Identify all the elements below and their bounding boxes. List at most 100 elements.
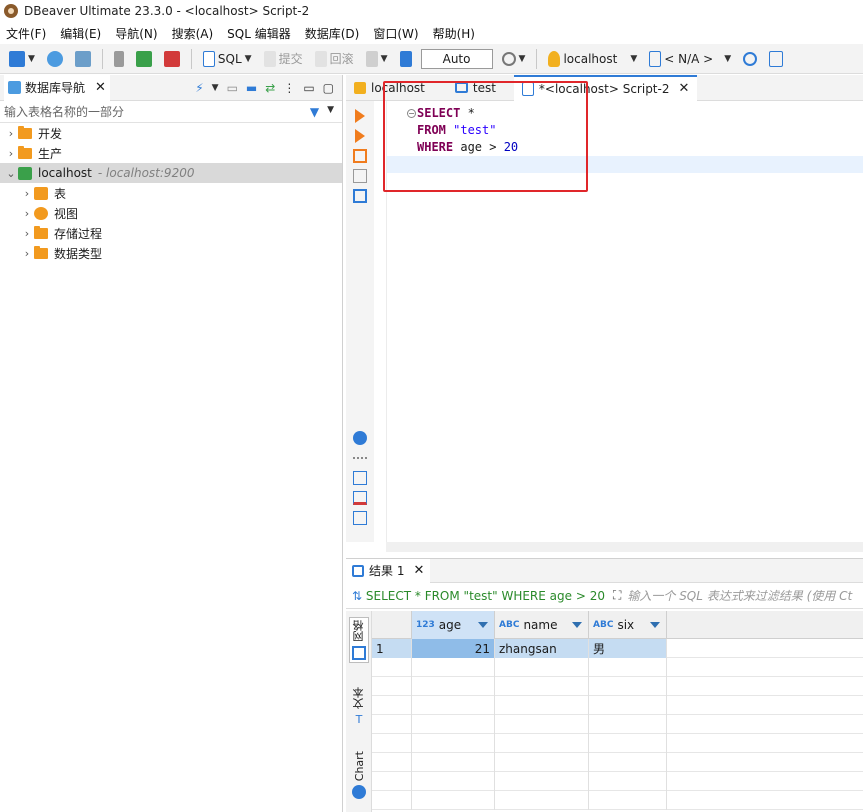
new-connection-button[interactable]: ▼ xyxy=(6,48,38,70)
close-icon[interactable]: ✕ xyxy=(678,81,689,96)
cell-name[interactable]: zhangsan xyxy=(495,639,589,658)
sql-editor-button[interactable]: SQL ▼ xyxy=(200,48,255,70)
execute-new-tab-icon[interactable] xyxy=(353,149,367,163)
tree-item-views[interactable]: › 视图 xyxy=(0,203,342,223)
menu-help[interactable]: 帮助(H) xyxy=(433,25,475,42)
main-toolbar: ▼ SQL ▼ 提交 回滚 ▼ Auto ▼ localhost ▼ < N/A… xyxy=(0,44,863,74)
minimize-icon[interactable]: ▭ xyxy=(303,81,314,95)
dashboard-button[interactable] xyxy=(740,48,760,70)
schema-icon xyxy=(649,50,662,67)
sql-project-button[interactable] xyxy=(72,48,94,70)
column-header-name[interactable]: ABC name xyxy=(495,611,589,639)
commit-button[interactable]: 提交 xyxy=(261,48,306,70)
tab-test[interactable]: test xyxy=(433,75,504,101)
menu-sql-editor[interactable]: SQL 编辑器 xyxy=(227,25,291,42)
menu-search[interactable]: 搜索(A) xyxy=(172,25,214,42)
tab-grid-view[interactable]: 网格 xyxy=(349,617,369,663)
menu-edit[interactable]: 编辑(E) xyxy=(60,25,101,42)
executed-query[interactable]: ⇅ SELECT * FROM "test" WHERE age > 20 xyxy=(346,589,605,603)
chevron-right-icon[interactable]: › xyxy=(20,247,34,260)
results-filter-input[interactable]: 输入一个 SQL 表达式来过滤结果 (使用 Ct xyxy=(621,587,852,604)
tree-item-dev[interactable]: › 开发 xyxy=(0,123,342,143)
reconnect-button[interactable] xyxy=(133,48,155,70)
rollback-button[interactable]: 回滚 xyxy=(312,48,357,70)
row-number[interactable]: 1 xyxy=(372,639,412,658)
active-schema-selector[interactable]: < N/A > ▼ xyxy=(646,48,734,70)
settings-gear-icon[interactable] xyxy=(353,431,367,445)
code-line-2[interactable]: FROM "test" xyxy=(387,122,863,139)
expand-icon[interactable]: ⛶ xyxy=(613,588,621,603)
history-button[interactable]: ▼ xyxy=(499,48,529,70)
transaction-mode-field[interactable]: Auto xyxy=(420,48,493,69)
table-filter-input[interactable] xyxy=(0,101,310,122)
tree-item-localhost[interactable]: ⌄ localhost - localhost:9200 xyxy=(0,163,342,183)
sort-down-icon[interactable] xyxy=(572,622,582,628)
maximize-icon[interactable]: ▢ xyxy=(323,81,334,95)
tree-item-datatypes[interactable]: › 数据类型 xyxy=(0,243,342,263)
code-line-1[interactable]: SELECT * xyxy=(387,105,863,122)
fold-toggle-icon[interactable]: − xyxy=(407,109,416,118)
git-button[interactable] xyxy=(766,48,786,70)
execute-script-icon[interactable] xyxy=(355,129,365,143)
close-icon[interactable]: ✕ xyxy=(95,80,106,95)
menu-navigate[interactable]: 导航(N) xyxy=(115,25,157,42)
collapse-all-icon[interactable]: ▬ xyxy=(246,81,257,95)
caret-down-icon[interactable]: ▼ xyxy=(327,105,334,119)
transaction-mode-button[interactable]: ▼ xyxy=(363,48,391,70)
connect-button[interactable] xyxy=(111,48,127,70)
eye-icon xyxy=(34,206,48,220)
filter-icon[interactable]: ▼ xyxy=(310,105,319,119)
column-header-age[interactable]: 123 age xyxy=(412,611,495,639)
cell-six[interactable]: 男 xyxy=(589,639,667,658)
chevron-right-icon[interactable]: › xyxy=(20,227,34,240)
sort-down-icon[interactable] xyxy=(478,622,488,628)
menu-database[interactable]: 数据库(D) xyxy=(305,25,360,42)
active-connection-selector[interactable]: localhost ▼ xyxy=(545,48,640,70)
column-header-six[interactable]: ABC six xyxy=(589,611,667,639)
tab-database-navigator[interactable]: 数据库导航 ✕ xyxy=(4,74,110,101)
tab-label: localhost xyxy=(371,80,425,95)
grid-header: 123 age ABC name ABC six xyxy=(372,611,863,639)
new-project-button[interactable] xyxy=(44,48,66,70)
more-icon[interactable]: ⋮ xyxy=(283,81,295,95)
code-line-3[interactable]: WHERE age > 20 xyxy=(387,139,863,156)
tab-script-2[interactable]: *<localhost> Script-2 ✕ xyxy=(513,74,698,101)
variables-icon[interactable] xyxy=(353,511,367,525)
tab-chart-view[interactable]: Chart xyxy=(349,751,369,800)
menu-file[interactable]: 文件(F) xyxy=(6,25,46,42)
menu-window[interactable]: 窗口(W) xyxy=(373,25,418,42)
terminal-icon[interactable] xyxy=(353,189,367,203)
lock-button[interactable] xyxy=(397,48,415,70)
chevron-right-icon[interactable]: › xyxy=(20,187,34,200)
code-line-current[interactable] xyxy=(387,156,863,173)
tab-result-1[interactable]: 结果 1 ✕ xyxy=(346,558,431,583)
tab-localhost[interactable]: localhost xyxy=(346,75,433,101)
chevron-right-icon[interactable]: › xyxy=(20,207,34,220)
explain-plan-icon[interactable] xyxy=(353,169,367,183)
tree-item-prod[interactable]: › 生产 xyxy=(0,143,342,163)
chevron-right-icon[interactable]: › xyxy=(4,147,18,160)
execute-statement-icon[interactable] xyxy=(355,109,365,123)
more-dots-icon[interactable] xyxy=(353,457,367,459)
tree-item-tables[interactable]: › 表 xyxy=(0,183,342,203)
tree-item-procedures[interactable]: › 存储过程 xyxy=(0,223,342,243)
new-folder-icon[interactable]: ▭ xyxy=(227,81,238,95)
cell-age[interactable]: 21 xyxy=(412,639,495,658)
empty-cell xyxy=(412,772,495,791)
editor-horizontal-scrollbar[interactable] xyxy=(386,542,863,552)
link-editor-icon[interactable]: ⇄ xyxy=(265,81,275,95)
new-connection-icon[interactable]: ⚡ xyxy=(195,81,203,95)
chevron-down-icon[interactable]: ⌄ xyxy=(4,167,18,180)
table-row[interactable]: 1 21 zhangsan 男 xyxy=(372,639,863,658)
folder-db-icon xyxy=(74,50,91,67)
import-icon[interactable] xyxy=(353,491,367,505)
sort-down-icon[interactable] xyxy=(650,622,660,628)
disconnect-button[interactable] xyxy=(161,48,183,70)
active-connection-label: localhost xyxy=(563,51,618,66)
export-icon[interactable] xyxy=(353,471,367,485)
sql-code-editor[interactable]: − SELECT * FROM "test" WHERE age > 20 xyxy=(386,101,863,542)
tab-text-view[interactable]: 文本 T xyxy=(349,687,369,726)
caret-down-icon[interactable]: ▼ xyxy=(212,83,219,93)
chevron-right-icon[interactable]: › xyxy=(4,127,18,140)
close-icon[interactable]: ✕ xyxy=(413,563,424,578)
